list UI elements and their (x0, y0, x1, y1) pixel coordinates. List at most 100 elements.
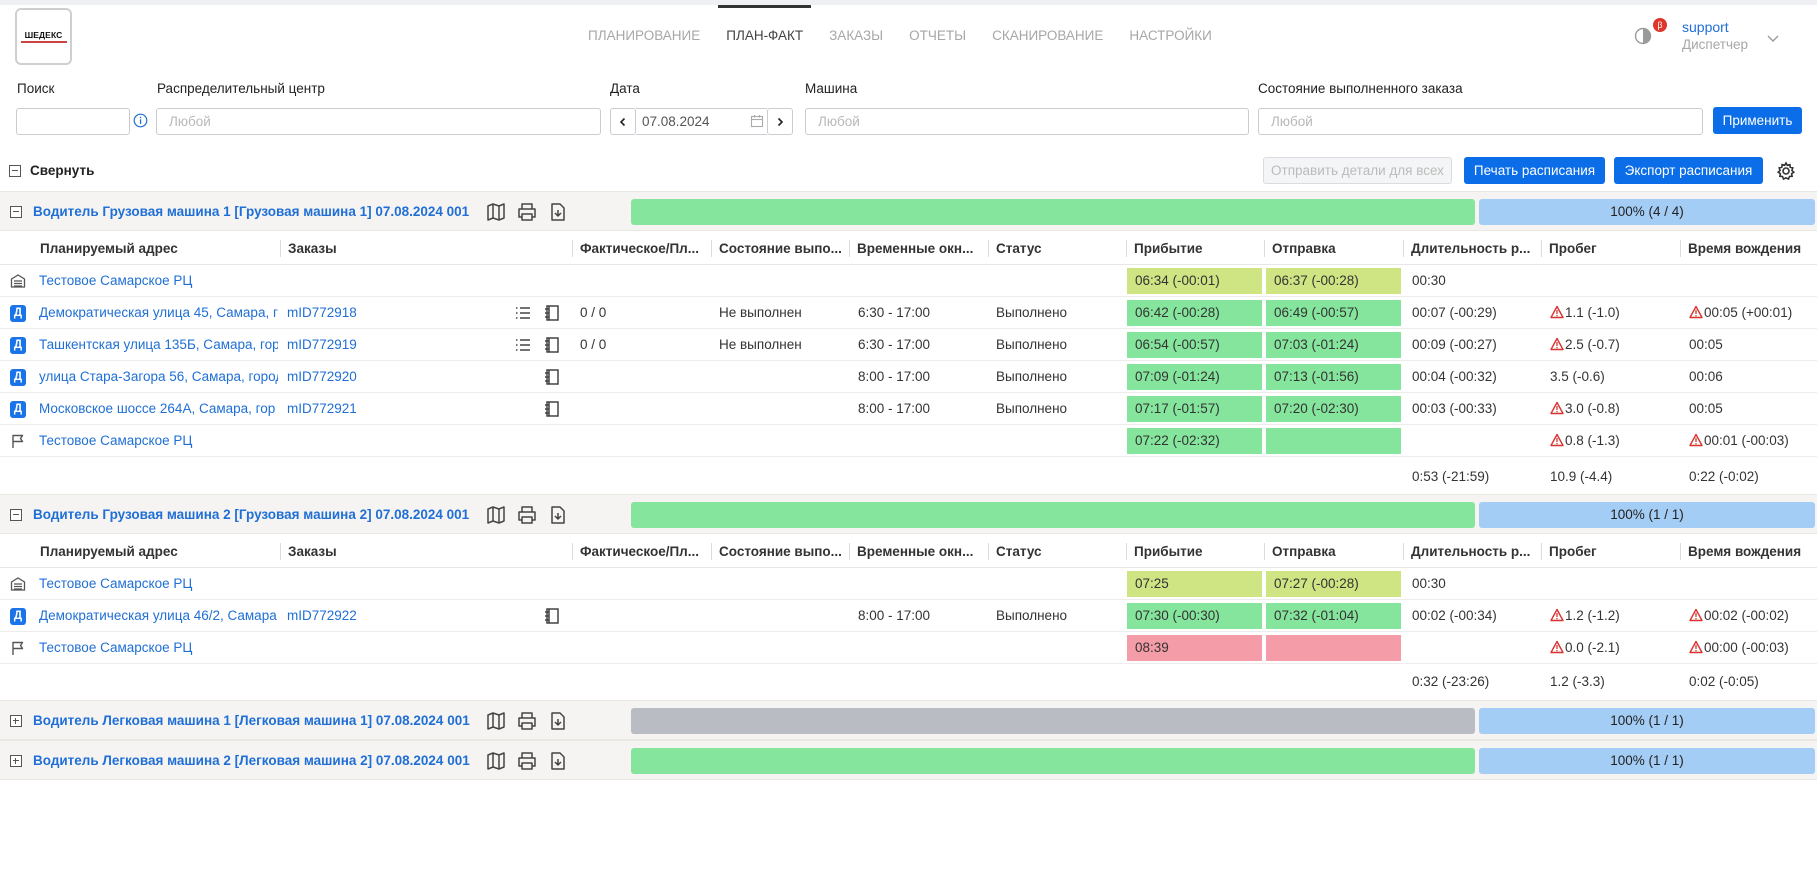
table-row[interactable]: Д улица Стара-Загора 56, Самара, город m… (0, 361, 1817, 393)
col-orders[interactable]: Заказы (280, 535, 570, 568)
vehicle-select[interactable]: Любой (805, 108, 1249, 135)
print-icon[interactable] (517, 202, 537, 222)
print-icon[interactable] (517, 751, 537, 771)
col-mileage[interactable]: Пробег (1541, 232, 1679, 265)
expand-icon[interactable] (10, 755, 22, 767)
document-icon[interactable] (543, 400, 561, 418)
chevron-down-icon[interactable] (1766, 31, 1780, 45)
stop-address[interactable]: Московское шоссе 264А, Самара, гор (39, 393, 278, 425)
col-drive-time[interactable]: Время вождения (1680, 232, 1817, 265)
table-row[interactable]: Д Ташкентская улица 135Б, Самара, гор mI… (0, 329, 1817, 361)
document-icon[interactable] (543, 304, 561, 322)
date-input[interactable]: 07.08.2024 (636, 108, 767, 135)
order-link[interactable]: mID772921 (287, 393, 357, 425)
table-row[interactable]: Тестовое Самарское РЦ 07:22 (-02:32) 0.8… (0, 425, 1817, 457)
col-time-window[interactable]: Временные окн... (849, 535, 987, 568)
nav-plan-fact[interactable]: ПЛАН-ФАКТ (713, 5, 816, 65)
order-link[interactable]: mID772922 (287, 600, 357, 632)
col-address[interactable]: Планируемый адрес (32, 232, 280, 265)
order-link[interactable]: mID772920 (287, 361, 357, 393)
col-fact-plan[interactable]: Фактическое/Пл... (572, 535, 710, 568)
stop-address[interactable]: улица Стара-Загора 56, Самара, город (39, 361, 278, 393)
table-row[interactable]: Тестовое Самарское РЦ 08:39 0.0 (-2.1) 0… (0, 632, 1817, 664)
stop-address[interactable]: Тестовое Самарское РЦ (39, 265, 275, 297)
table-row[interactable]: Тестовое Самарское РЦ 06:34 (-00:01) 06:… (0, 265, 1817, 297)
nav-scanning[interactable]: СКАНИРОВАНИЕ (979, 5, 1116, 65)
print-icon[interactable] (517, 505, 537, 525)
date-next-button[interactable] (767, 108, 793, 135)
col-duration[interactable]: Длительность р... (1403, 232, 1541, 265)
export-schedule-button[interactable]: Экспорт расписания (1614, 157, 1763, 184)
col-exec-state[interactable]: Состояние выпо... (711, 232, 849, 265)
col-status[interactable]: Статус (988, 232, 1126, 265)
stop-address[interactable]: Демократическая улица 45, Самара, г (39, 297, 278, 329)
company-logo[interactable]: ШЕДЕКС (15, 8, 72, 65)
stop-address[interactable]: Тестовое Самарское РЦ (39, 632, 275, 664)
collapse-all-toggle[interactable]: Свернуть (9, 163, 94, 178)
map-icon[interactable] (486, 505, 506, 525)
stop-duration: 00:07 (-00:29) (1412, 305, 1497, 320)
order-link[interactable]: mID772918 (287, 297, 357, 329)
expand-icon[interactable] (10, 715, 22, 727)
stop-address[interactable]: Ташкентская улица 135Б, Самара, гор (39, 329, 278, 361)
order-link[interactable]: mID772919 (287, 329, 357, 361)
stop-address[interactable]: Демократическая улица 46/2, Самара (39, 600, 278, 632)
table-row[interactable]: Д Демократическая улица 45, Самара, г mI… (0, 297, 1817, 329)
print-schedule-button[interactable]: Печать расписания (1464, 157, 1605, 184)
document-icon[interactable] (543, 336, 561, 354)
nav-settings[interactable]: НАСТРОЙКИ (1116, 5, 1224, 65)
nav-reports[interactable]: ОТЧЕТЫ (896, 5, 979, 65)
map-icon[interactable] (486, 202, 506, 222)
col-departure[interactable]: Отправка (1264, 535, 1402, 568)
list-icon[interactable] (514, 336, 532, 354)
collapse-icon[interactable] (10, 206, 22, 218)
col-exec-state[interactable]: Состояние выпо... (711, 535, 849, 568)
export-icon[interactable] (548, 505, 568, 525)
col-status[interactable]: Статус (988, 535, 1126, 568)
route-title[interactable]: Водитель Грузовая машина 1 [Грузовая маш… (33, 204, 469, 219)
stop-address[interactable]: Тестовое Самарское РЦ (39, 568, 275, 600)
date-prev-button[interactable] (610, 108, 636, 135)
table-row[interactable]: Д Демократическая улица 46/2, Самара mID… (0, 600, 1817, 632)
col-time-window[interactable]: Временные окн... (849, 232, 987, 265)
collapse-icon[interactable] (10, 509, 22, 521)
col-departure[interactable]: Отправка (1264, 232, 1402, 265)
table-row[interactable]: Тестовое Самарское РЦ 07:25 07:27 (-00:2… (0, 568, 1817, 600)
calendar-icon[interactable] (750, 114, 764, 128)
search-input[interactable] (16, 108, 130, 135)
document-icon[interactable] (543, 607, 561, 625)
theme-toggle-icon[interactable] (1634, 27, 1652, 45)
gear-icon[interactable] (1776, 161, 1796, 181)
warning-icon (1550, 401, 1564, 415)
dc-select[interactable]: Любой (156, 108, 601, 135)
col-drive-time[interactable]: Время вождения (1680, 535, 1817, 568)
user-name[interactable]: support (1682, 19, 1729, 35)
route-title[interactable]: Водитель Легковая машина 1 [Легковая маш… (33, 713, 470, 728)
table-row[interactable]: Д Московское шоссе 264А, Самара, гор mID… (0, 393, 1817, 425)
export-icon[interactable] (548, 751, 568, 771)
col-duration[interactable]: Длительность р... (1403, 535, 1541, 568)
col-address[interactable]: Планируемый адрес (32, 535, 280, 568)
map-icon[interactable] (486, 711, 506, 731)
nav-orders[interactable]: ЗАКАЗЫ (816, 5, 896, 65)
col-arrival[interactable]: Прибытие (1126, 232, 1264, 265)
col-orders[interactable]: Заказы (280, 232, 570, 265)
send-details-button[interactable]: Отправить детали для всех (1263, 157, 1452, 184)
info-icon[interactable] (133, 113, 148, 128)
col-mileage[interactable]: Пробег (1541, 535, 1679, 568)
stop-address[interactable]: Тестовое Самарское РЦ (39, 425, 275, 457)
route-title[interactable]: Водитель Грузовая машина 2 [Грузовая маш… (33, 507, 469, 522)
document-icon[interactable] (543, 368, 561, 386)
map-icon[interactable] (486, 751, 506, 771)
route-title[interactable]: Водитель Легковая машина 2 [Легковая маш… (33, 753, 470, 768)
col-fact-plan[interactable]: Фактическое/Пл... (572, 232, 710, 265)
state-select[interactable]: Любой (1258, 108, 1703, 135)
print-icon[interactable] (517, 711, 537, 731)
apply-button[interactable]: Применить (1713, 107, 1802, 134)
nav-planning[interactable]: ПЛАНИРОВАНИЕ (575, 5, 713, 65)
total-drive-time: 0:02 (-0:05) (1689, 674, 1759, 689)
export-icon[interactable] (548, 711, 568, 731)
col-arrival[interactable]: Прибытие (1126, 535, 1264, 568)
list-icon[interactable] (514, 304, 532, 322)
export-icon[interactable] (548, 202, 568, 222)
